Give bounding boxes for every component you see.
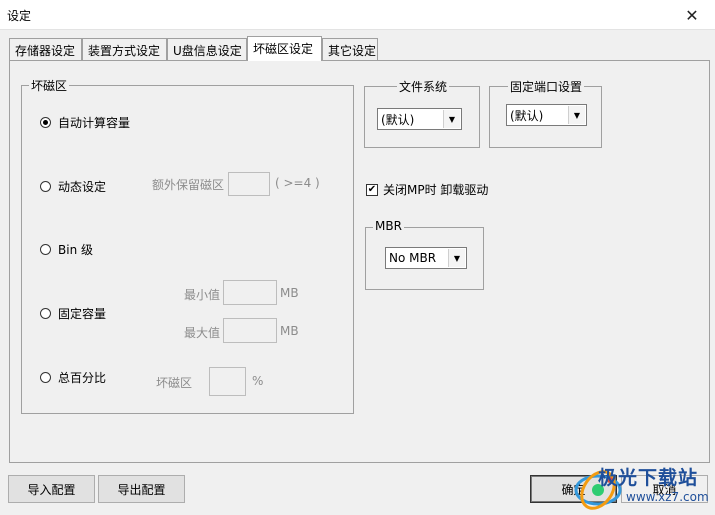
radio-fixed-capacity-label: 固定容量 <box>58 307 107 321</box>
tab-device-mode-settings[interactable]: 装置方式设定 <box>82 38 167 60</box>
max-value-label: 最大值 <box>184 326 221 340</box>
close-icon: ✕ <box>685 5 699 25</box>
fixed-port-select-value: (默认) <box>510 108 544 123</box>
filesystem-select-value: (默认) <box>381 112 415 127</box>
mbr-select-value: No MBR <box>389 251 437 265</box>
radio-indicator <box>40 117 51 128</box>
min-value-label: 最小值 <box>184 288 221 302</box>
radio-dynamic-setting-label: 动态设定 <box>58 180 107 194</box>
export-config-button[interactable]: 导出配置 <box>98 475 185 503</box>
tab-label: U盘信息设定 <box>173 44 242 58</box>
bad-sector-group: 坏磁区 自动计算容量 动态设定 额外保留磁区 ( >=4 ) Bin 级 最小值… <box>21 77 354 414</box>
chevron-down-icon[interactable]: ▼ <box>568 106 585 124</box>
radio-bin-level-label: Bin 级 <box>58 243 93 257</box>
import-config-button[interactable]: 导入配置 <box>8 475 95 503</box>
extra-reserved-sectors-label: 额外保留磁区 <box>152 178 225 192</box>
fixed-port-select[interactable]: (默认) ▼ <box>506 104 587 126</box>
watermark-brand: 极光下载站 <box>598 467 699 489</box>
filesystem-select[interactable]: (默认) ▼ <box>377 108 462 130</box>
watermark-url: www.xz7.com <box>626 490 709 504</box>
close-mp-unload-driver-checkbox[interactable]: ✔ <box>366 183 378 196</box>
close-mp-unload-driver-option[interactable]: ✔ 关闭MP时 卸载驱动 <box>366 181 488 198</box>
max-value-unit: MB <box>280 324 299 338</box>
tab-label: 其它设定 <box>328 44 377 58</box>
tab-panel-bad-sector: 坏磁区 自动计算容量 动态设定 额外保留磁区 ( >=4 ) Bin 级 最小值… <box>9 60 710 463</box>
fixed-port-group: 固定端口设置 (默认) ▼ <box>489 78 602 148</box>
radio-indicator <box>40 181 51 192</box>
filesystem-group-label: 文件系统 <box>397 78 450 95</box>
tab-label: 坏磁区设定 <box>253 42 314 56</box>
chevron-down-icon[interactable]: ▼ <box>443 110 460 128</box>
radio-indicator <box>40 308 51 319</box>
extra-reserved-sectors-input <box>228 172 270 196</box>
bad-sector-group-label: 坏磁区 <box>29 77 70 94</box>
chevron-down-icon[interactable]: ▼ <box>448 249 465 267</box>
mbr-select[interactable]: No MBR ▼ <box>385 247 467 269</box>
mbr-group: MBR No MBR ▼ <box>365 219 484 290</box>
window-title: 设定 <box>7 9 32 23</box>
max-value-input <box>223 318 277 343</box>
tab-bad-sector-settings[interactable]: 坏磁区设定 <box>247 36 322 61</box>
radio-total-percent[interactable]: 总百分比 <box>40 369 106 386</box>
radio-indicator <box>40 244 51 255</box>
filesystem-group: 文件系统 (默认) ▼ <box>364 78 480 148</box>
radio-auto-capacity-label: 自动计算容量 <box>58 116 131 130</box>
radio-auto-capacity[interactable]: 自动计算容量 <box>40 114 130 131</box>
title-bar: 设定 ✕ <box>0 0 715 30</box>
extra-reserved-hint: ( >=4 ) <box>275 176 320 190</box>
radio-dynamic-setting[interactable]: 动态设定 <box>40 178 106 195</box>
tab-label: 装置方式设定 <box>88 44 161 58</box>
mbr-group-label: MBR <box>373 219 404 233</box>
radio-fixed-capacity[interactable]: 固定容量 <box>40 305 106 322</box>
fixed-port-group-label: 固定端口设置 <box>508 78 585 95</box>
bad-sector-percent-label: 坏磁区 <box>156 376 193 390</box>
min-value-unit: MB <box>280 286 299 300</box>
bad-sector-percent-unit: % <box>252 374 264 388</box>
tab-udisk-info-settings[interactable]: U盘信息设定 <box>167 38 247 60</box>
close-mp-unload-driver-label: 关闭MP时 卸载驱动 <box>383 183 489 197</box>
close-button[interactable]: ✕ <box>669 0 715 30</box>
radio-bin-level[interactable]: Bin 级 <box>40 241 93 258</box>
min-value-input <box>223 280 277 305</box>
radio-total-percent-label: 总百分比 <box>58 371 107 385</box>
tab-other-settings[interactable]: 其它设定 <box>322 38 378 60</box>
tab-storage-settings[interactable]: 存储器设定 <box>9 38 82 60</box>
bad-sector-percent-input <box>209 367 246 396</box>
radio-indicator <box>40 372 51 383</box>
tab-label: 存储器设定 <box>15 44 76 58</box>
